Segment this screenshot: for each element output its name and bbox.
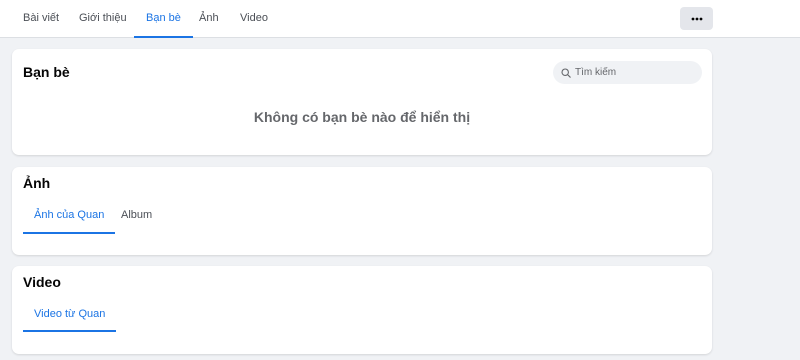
videos-card: Video Video từ Quan: [12, 266, 712, 354]
friends-card: Bạn bè Không có bạn bè nào để hiển thị: [12, 49, 712, 155]
videos-title: Video: [23, 274, 61, 290]
more-horizontal-icon: [691, 17, 702, 20]
search-icon: [561, 67, 571, 78]
tab-videos-from-quan[interactable]: Video từ Quan: [23, 306, 117, 332]
photos-card: Ảnh Ảnh của Quan Album: [12, 167, 712, 255]
more-options-button[interactable]: [680, 7, 713, 30]
photos-title: Ảnh: [23, 175, 51, 191]
profile-tab-bar: Bài viết Giới thiệu Bạn bè Ảnh Video: [0, 0, 800, 38]
friends-search[interactable]: [553, 61, 702, 84]
tab-videos[interactable]: Video: [228, 0, 280, 38]
friends-title: Bạn bè: [23, 64, 70, 80]
tab-posts[interactable]: Bài viết: [11, 0, 71, 38]
empty-friends-message: Không có bạn bè nào để hiển thị: [253, 109, 471, 125]
tab-about[interactable]: Giới thiệu: [67, 0, 139, 38]
tab-friends[interactable]: Bạn bè: [134, 0, 193, 38]
tab-albums[interactable]: Album: [110, 207, 163, 234]
tab-photos-of-quan[interactable]: Ảnh của Quan: [23, 207, 116, 234]
search-input[interactable]: [575, 67, 695, 78]
tab-photos[interactable]: Ảnh: [187, 0, 231, 38]
